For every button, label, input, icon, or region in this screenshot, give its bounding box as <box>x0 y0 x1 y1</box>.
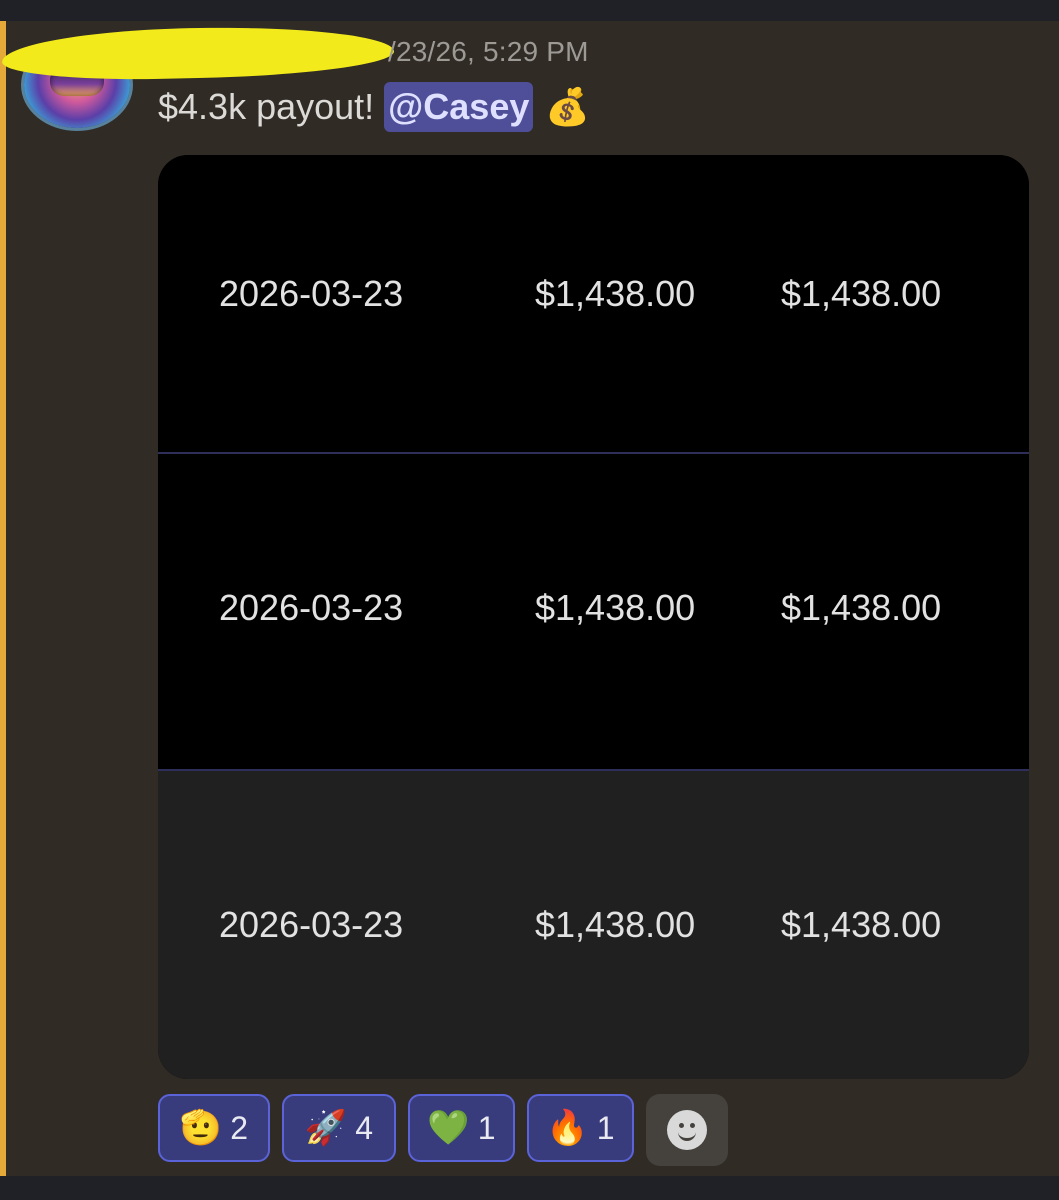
table-row: 2026-03-23 $1,438.00 $1,438.00 <box>158 155 1029 452</box>
payout-amount: $1,438.00 <box>781 904 942 945</box>
add-reaction-smiley-icon <box>667 1110 707 1150</box>
username-redaction-mark <box>1 23 395 83</box>
table-row: 2026-03-23 $1,438.00 $1,438.00 <box>158 454 1029 769</box>
smiley-eye <box>679 1123 684 1128</box>
payout-date: 2026-03-23 <box>219 904 404 945</box>
table-row: 2026-03-23 $1,438.00 $1,438.00 <box>158 771 1029 1079</box>
reaction-count: 1 <box>596 1109 615 1146</box>
fire-icon: 🔥 <box>546 1109 589 1147</box>
reaction-button-salute[interactable]: 🫡 2 <box>158 1094 270 1162</box>
bottom-window-strip <box>0 1176 1059 1200</box>
message-content: $4.3k payout! @Casey 💰 <box>158 82 590 132</box>
user-mention[interactable]: @Casey <box>384 82 534 132</box>
payout-date: 2026-03-23 <box>219 587 404 628</box>
payout-amount: $1,438.00 <box>781 587 942 628</box>
reaction-count: 1 <box>477 1109 496 1146</box>
top-window-strip <box>0 0 1059 21</box>
reaction-count: 4 <box>355 1109 374 1146</box>
message-timestamp: /23/26, 5:29 PM <box>388 36 589 67</box>
reaction-bar: 🫡 2 🚀 4 💚 1 🔥 1 <box>158 1094 728 1166</box>
message-text: $4.3k payout! <box>158 86 375 127</box>
money-bag-icon: 💰 <box>545 86 591 127</box>
payout-screenshot-attachment[interactable]: 2026-03-23 $1,438.00 $1,438.00 2026-03-2… <box>158 155 1029 1079</box>
payout-date: 2026-03-23 <box>219 273 404 314</box>
payout-amount: $1,438.00 <box>781 273 942 314</box>
reaction-count: 2 <box>230 1109 249 1146</box>
reaction-button-fire[interactable]: 🔥 1 <box>527 1094 634 1162</box>
reaction-button-green-heart[interactable]: 💚 1 <box>408 1094 515 1162</box>
payout-amount: $1,438.00 <box>535 587 696 628</box>
add-reaction-button[interactable] <box>646 1094 728 1166</box>
payout-amount: $1,438.00 <box>535 904 696 945</box>
green-heart-icon: 💚 <box>427 1109 470 1147</box>
reaction-button-rocket[interactable]: 🚀 4 <box>282 1094 396 1162</box>
smiley-eye <box>690 1123 695 1128</box>
message-highlight-bar <box>0 21 6 1176</box>
salute-face-icon: 🫡 <box>179 1109 223 1147</box>
smiley-mouth <box>678 1129 696 1141</box>
rocket-icon: 🚀 <box>304 1109 348 1147</box>
payout-amount: $1,438.00 <box>535 273 696 314</box>
